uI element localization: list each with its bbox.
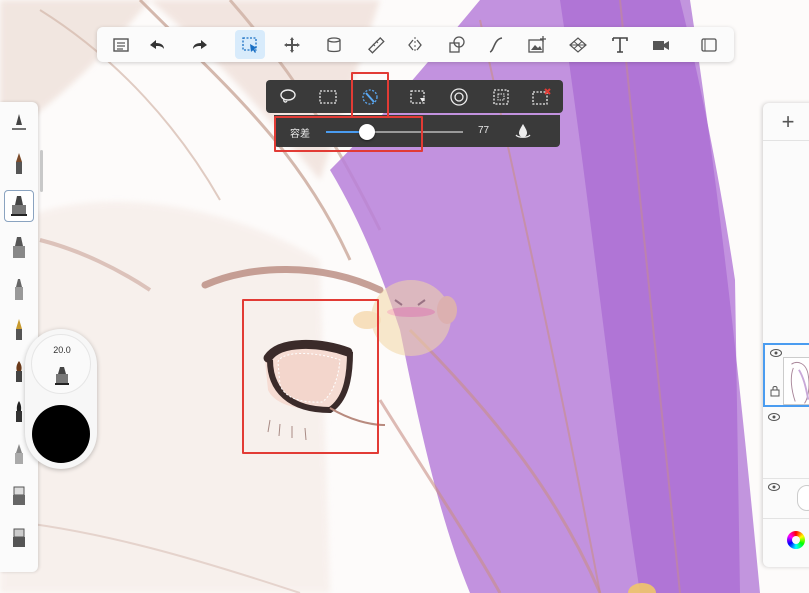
tolerance-slider-thumb[interactable]: [359, 124, 376, 140]
marker-brush-icon[interactable]: [4, 232, 34, 264]
tolerance-panel: 容差 77: [274, 115, 560, 147]
fullscreen-icon[interactable]: [694, 30, 724, 59]
layer-toggle[interactable]: [797, 485, 809, 511]
pencil-brush-icon[interactable]: [4, 148, 34, 180]
eye-icon[interactable]: [768, 413, 780, 421]
layer-item-1[interactable]: [763, 343, 809, 407]
smudge-icon[interactable]: [4, 522, 34, 554]
select-icon[interactable]: [235, 30, 265, 59]
rect-select-icon[interactable]: [315, 84, 341, 110]
app-window: 容差 77 20.0 +: [0, 0, 809, 593]
text-icon[interactable]: [605, 30, 635, 59]
current-brush-icon: [55, 367, 69, 385]
add-layer-button[interactable]: +: [763, 103, 809, 141]
layer-panel: +: [763, 103, 809, 567]
move-icon[interactable]: [277, 30, 307, 59]
layer-item-2[interactable]: [763, 409, 809, 479]
brush-size-control[interactable]: 20.0: [31, 334, 91, 394]
symmetry-icon[interactable]: [400, 30, 430, 59]
tolerance-slider[interactable]: [326, 124, 463, 140]
lasso-icon[interactable]: [275, 84, 301, 110]
target-icon[interactable]: [446, 84, 472, 110]
eraser-icon[interactable]: [4, 480, 34, 512]
tolerance-value: 77: [478, 125, 490, 136]
brush-size-value: 20.0: [53, 345, 71, 355]
brush-scrollbar[interactable]: [40, 150, 43, 192]
airbrush-icon[interactable]: [4, 190, 34, 222]
eye-icon[interactable]: [768, 483, 780, 491]
current-color-swatch[interactable]: [32, 405, 90, 463]
fill-icon[interactable]: [319, 30, 349, 59]
perspective-icon[interactable]: [563, 30, 593, 59]
main-toolbar: [97, 27, 734, 62]
tolerance-label: 容差: [290, 129, 310, 140]
clear-selection-icon[interactable]: [528, 84, 554, 110]
color-wheel-icon[interactable]: [787, 531, 805, 549]
lock-icon[interactable]: [770, 385, 780, 397]
layer-thumbnail: [783, 357, 809, 405]
felt-pen-icon[interactable]: [4, 274, 34, 306]
transform-selection-icon[interactable]: [405, 84, 431, 110]
eye-icon[interactable]: [770, 349, 782, 357]
ink-pen-icon[interactable]: [4, 314, 34, 346]
image-import-icon[interactable]: [522, 30, 552, 59]
layer-item-3[interactable]: [763, 479, 809, 519]
magic-wand-icon[interactable]: [357, 84, 383, 110]
brush-puck: 20.0: [25, 329, 97, 469]
shape-icon[interactable]: [442, 30, 472, 59]
undo-icon[interactable]: [142, 30, 172, 59]
curve-icon[interactable]: [481, 30, 511, 59]
brush-settings-icon[interactable]: [4, 108, 34, 140]
select-all-icon[interactable]: [488, 84, 514, 110]
brush-palette: [0, 102, 38, 572]
water-drop-icon[interactable]: [514, 122, 532, 140]
redo-icon[interactable]: [185, 30, 215, 59]
video-icon[interactable]: [646, 30, 676, 59]
ruler-icon[interactable]: [361, 30, 391, 59]
selection-toolbar: [266, 80, 563, 113]
list-icon[interactable]: [106, 30, 136, 59]
